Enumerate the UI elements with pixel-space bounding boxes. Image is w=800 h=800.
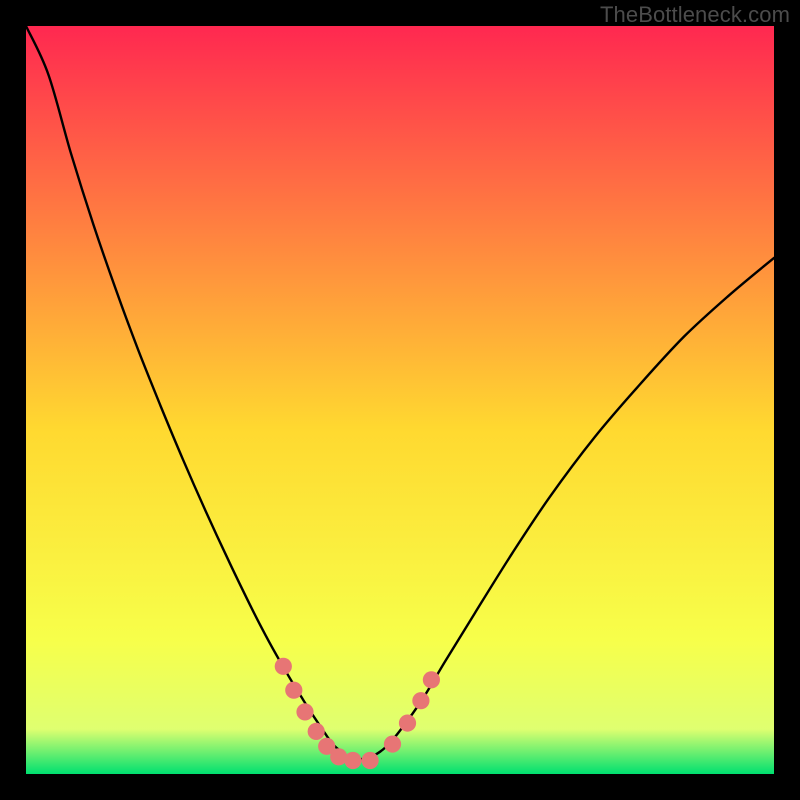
chart-frame: TheBottleneck.com <box>0 0 800 800</box>
gradient-bg <box>26 26 774 774</box>
marker-dot <box>384 736 401 753</box>
marker-dot <box>296 703 313 720</box>
marker-dot <box>412 692 429 709</box>
marker-dot <box>399 715 416 732</box>
marker-dot <box>344 752 361 769</box>
marker-dot <box>423 671 440 688</box>
marker-dot <box>275 658 292 675</box>
marker-dot <box>362 752 379 769</box>
marker-dot <box>308 723 325 740</box>
marker-dot <box>285 682 302 699</box>
chart-plot-area <box>26 26 774 774</box>
chart-svg <box>26 26 774 774</box>
watermark-text: TheBottleneck.com <box>600 2 790 28</box>
